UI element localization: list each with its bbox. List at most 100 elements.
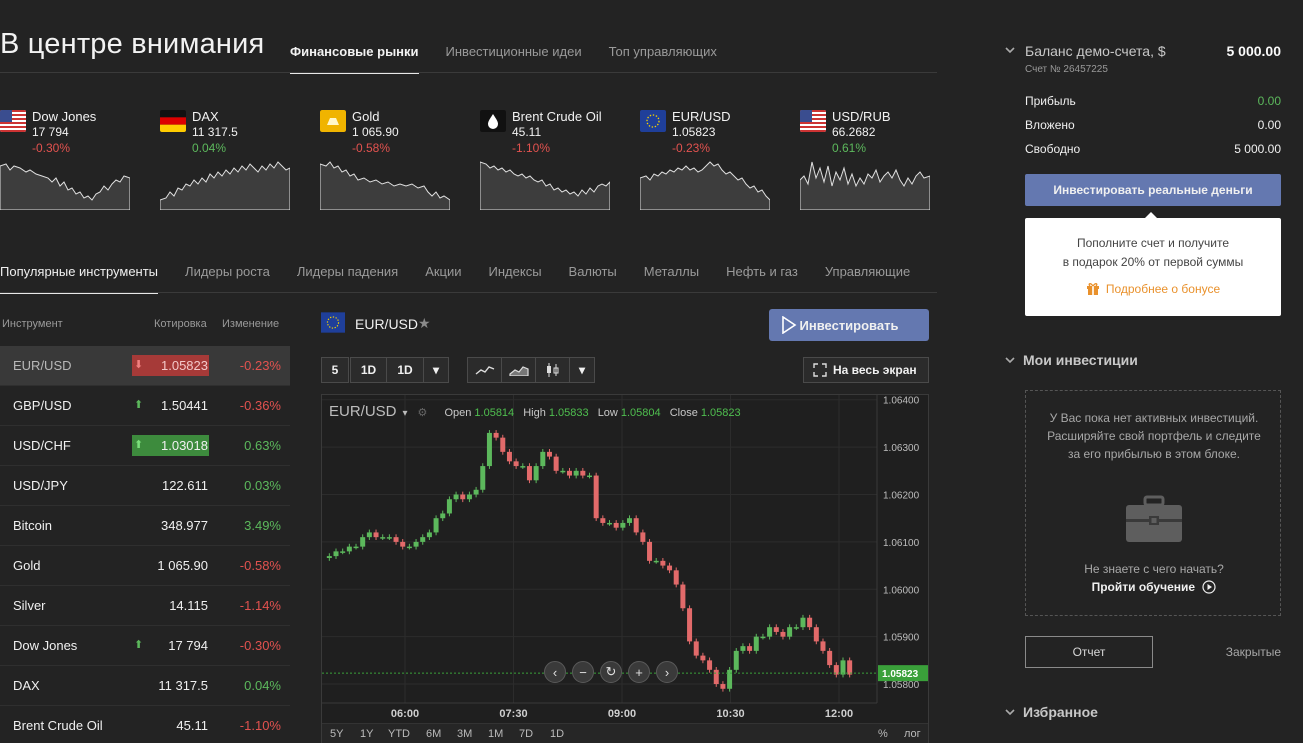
ticker-card[interactable]: EUR/USD 1.05823 -0.23% — [640, 108, 770, 212]
column-header-quote: Котировка — [154, 318, 207, 330]
candle-body — [553, 456, 559, 471]
arrow-down-icon: ⬇ — [134, 359, 144, 371]
instrument-name: Bitcoin — [13, 518, 53, 533]
chevron-down-icon[interactable]: ▾ — [423, 357, 449, 383]
table-row[interactable]: ⬇ EUR/USD 1.05823 -0.23% — [0, 346, 290, 386]
instrument-change: 0.03% — [244, 478, 281, 493]
y-tick-label: 1.05900 — [883, 633, 920, 644]
candle-body — [420, 537, 426, 542]
tab-oil-gas[interactable]: Нефть и газ — [726, 264, 798, 294]
invest-button[interactable]: Инвестировать — [769, 309, 929, 341]
range-option[interactable]: 1M — [488, 728, 503, 740]
chart-legend-symbol[interactable]: EUR/USD — [329, 403, 397, 420]
reset-icon[interactable]: ↻ — [600, 661, 622, 683]
range-option[interactable]: 7D — [519, 728, 533, 740]
instrument-change: 3.49% — [244, 518, 281, 533]
zoom-in-icon[interactable]: + — [628, 661, 650, 683]
report-button[interactable]: Отчет — [1025, 636, 1153, 668]
candle-body — [453, 494, 459, 500]
tab-managers[interactable]: Управляющие — [825, 264, 910, 294]
range-option[interactable]: 3M — [457, 728, 472, 740]
tab-indices[interactable]: Индексы — [489, 264, 542, 294]
favorite-star-icon[interactable]: ★ — [418, 315, 431, 332]
tab-financial-markets[interactable]: Финансовые рынки — [290, 44, 419, 74]
section-title: Избранное — [1023, 704, 1098, 720]
tab-top-managers[interactable]: Топ управляющих — [609, 44, 717, 74]
my-investments-header[interactable]: Мои инвестиции — [1005, 352, 1138, 368]
candle-body — [520, 466, 526, 468]
candle-body — [653, 560, 659, 563]
tab-decline-leaders[interactable]: Лидеры падения — [297, 264, 398, 294]
interval-button[interactable]: 5 — [321, 357, 349, 383]
x-tick-label: 07:30 — [499, 708, 527, 720]
ohlc-legend: EUR/USD ▾ ⚙ Open 1.05814 High 1.05833 Low 1.0… — [329, 403, 741, 420]
fullscreen-button[interactable]: На весь экран — [803, 357, 929, 383]
candle-body — [633, 518, 639, 533]
tab-popular[interactable]: Популярные инструменты — [0, 264, 159, 294]
favorites-header[interactable]: Избранное — [1005, 704, 1098, 720]
ticker-name: DAX — [192, 109, 219, 124]
tab-currencies[interactable]: Валюты — [569, 264, 617, 294]
table-row[interactable]: Bitcoin 348.977 3.49% — [0, 506, 290, 546]
instrument-list: ⬇ EUR/USD 1.05823 -0.23% ⬆ GBP/USD 1.504… — [0, 346, 290, 743]
table-row[interactable]: ⬆ Dow Jones 17 794 -0.30% — [0, 626, 290, 666]
scroll-right-icon[interactable]: › — [656, 661, 678, 683]
bonus-details-link[interactable]: Подробнее о бонусе — [1025, 281, 1281, 296]
candle-body — [847, 660, 853, 675]
ticker-card[interactable]: Brent Crude Oil 45.11 -1.10% — [480, 108, 610, 212]
candle-body — [546, 451, 552, 457]
range-option[interactable]: 5Y — [330, 728, 343, 740]
candle-body — [500, 437, 506, 452]
table-row[interactable]: ⬆ GBP/USD 1.50441 -0.36% — [0, 386, 290, 426]
learn-link[interactable]: Пройти обучение — [1026, 580, 1282, 594]
candle-body — [346, 546, 352, 552]
ticker-name: Brent Crude Oil — [512, 109, 602, 124]
range-option[interactable]: 1D — [550, 728, 564, 740]
balance-row-label: Прибыль — [1025, 94, 1076, 108]
ticker-card[interactable]: DAX 11 317.5 0.04% — [160, 108, 290, 212]
candlestick-chart-icon[interactable] — [535, 357, 570, 383]
chevron-down-icon[interactable]: ▾ — [403, 408, 408, 419]
table-row[interactable]: ⬆ USD/CHF 1.03018 0.63% — [0, 426, 290, 466]
line-chart-icon[interactable] — [467, 357, 502, 383]
balance-row-label: Свободно — [1025, 142, 1081, 156]
settings-icon[interactable]: ⚙ — [418, 407, 428, 419]
range-option[interactable]: 6M — [426, 728, 441, 740]
zoom-out-icon[interactable]: − — [572, 661, 594, 683]
log-scale-toggle[interactable]: лог — [904, 728, 921, 740]
closed-positions-link[interactable]: Закрытые — [1226, 645, 1281, 659]
candle-body — [433, 518, 439, 533]
open-value: 1.05814 — [474, 407, 515, 419]
instrument-name: Brent Crude Oil — [13, 718, 103, 733]
table-row[interactable]: Gold 1 065.90 -0.58% — [0, 546, 290, 586]
fullscreen-label: На весь экран — [833, 363, 917, 377]
table-row[interactable]: Silver 14.115 -1.14% — [0, 586, 290, 626]
scroll-left-icon[interactable]: ‹ — [544, 661, 566, 683]
tab-investment-ideas[interactable]: Инвестиционные идеи — [446, 44, 582, 74]
ticker-card[interactable]: Dow Jones 17 794 -0.30% — [0, 108, 130, 212]
range-button[interactable]: 1D — [386, 357, 424, 383]
range-option[interactable]: YTD — [388, 728, 410, 740]
table-row[interactable]: DAX 11 317.5 0.04% — [0, 666, 290, 706]
page-title: В центре внимания — [0, 28, 265, 60]
ticker-card[interactable]: Gold 1 065.90 -0.58% — [320, 108, 450, 212]
percent-scale-toggle[interactable]: % — [878, 728, 888, 740]
invest-real-money-button[interactable]: Инвестировать реальные деньги — [1025, 174, 1281, 206]
tab-stocks[interactable]: Акции — [425, 264, 461, 294]
last-price-label: 1.05823 — [882, 669, 919, 680]
x-tick-label: 10:30 — [716, 708, 744, 720]
category-tabs: Популярные инструменты Лидеры роста Лиде… — [0, 264, 937, 294]
price-chart[interactable]: 06:00 07:30 09:00 10:30 12:00 1.06400 1.06300 1… — [321, 394, 929, 743]
table-row[interactable]: Brent Crude Oil 45.11 -1.10% — [0, 706, 290, 743]
ticker-sparkline — [640, 161, 770, 210]
tab-growth-leaders[interactable]: Лидеры роста — [185, 264, 270, 294]
range-option[interactable]: 1Y — [360, 728, 373, 740]
range-button[interactable]: 1D — [350, 357, 387, 383]
area-chart-icon[interactable] — [501, 357, 536, 383]
ticker-card[interactable]: USD/RUB 66.2682 0.61% — [800, 108, 930, 212]
instrument-price: 1.03018 — [161, 438, 208, 453]
tab-metals[interactable]: Металлы — [644, 264, 699, 294]
y-tick-label: 1.06000 — [883, 585, 920, 596]
table-row[interactable]: USD/JPY 122.611 0.03% — [0, 466, 290, 506]
chevron-down-icon[interactable]: ▾ — [569, 357, 595, 383]
